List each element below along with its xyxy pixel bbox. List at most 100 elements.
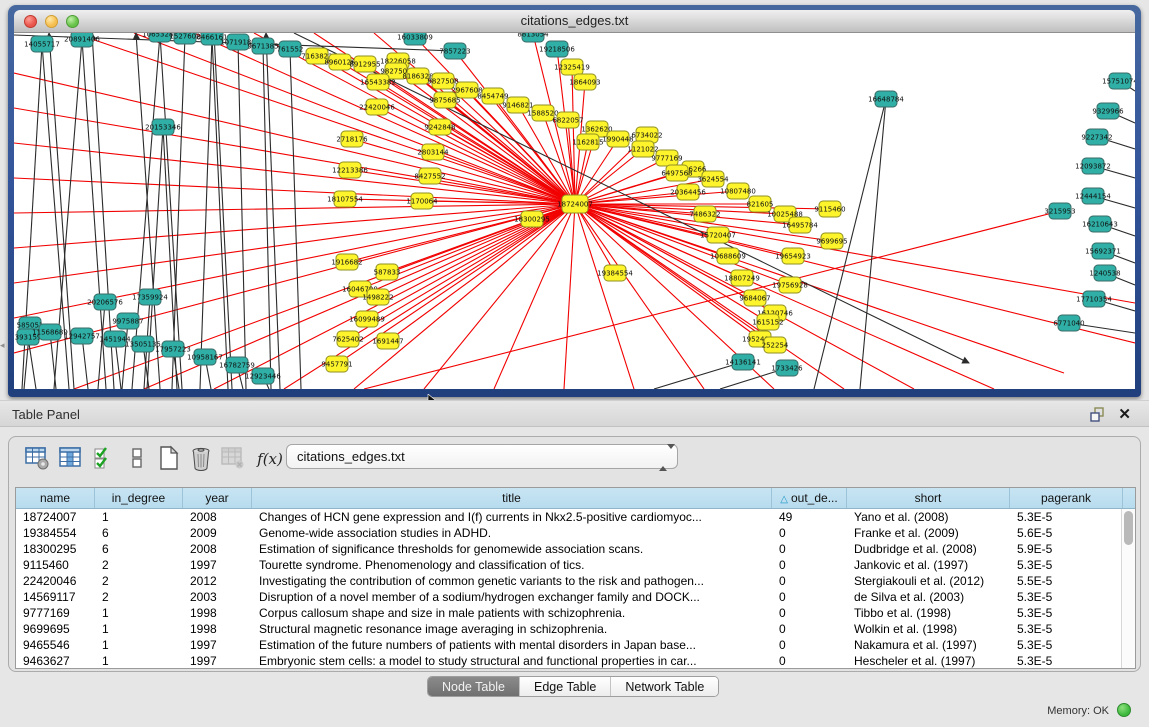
table-cell: 0 bbox=[772, 637, 847, 653]
graph-node-label: 12093872 bbox=[1075, 163, 1111, 171]
memory-status-indicator[interactable] bbox=[1117, 703, 1131, 717]
table-row[interactable]: 911546021997Tourette syndrome. Phenomeno… bbox=[16, 557, 1135, 573]
select-all-columns-button[interactable] bbox=[91, 444, 119, 474]
table-row[interactable]: 1872400712008Changes of HCN gene express… bbox=[16, 509, 1135, 525]
table-cell: 1 bbox=[95, 605, 183, 621]
graph-edge bbox=[214, 204, 575, 389]
table-cell: 19384554 bbox=[16, 525, 95, 541]
graph-edge bbox=[575, 191, 738, 204]
graph-node-label: 20206576 bbox=[87, 299, 123, 307]
table-cell: 5.3E-5 bbox=[1010, 605, 1123, 621]
table-cell: 9463627 bbox=[16, 653, 95, 669]
scrollbar-thumb[interactable] bbox=[1124, 511, 1133, 545]
column-header-in_degree[interactable]: in_degree bbox=[95, 488, 183, 508]
graph-edge bbox=[290, 49, 301, 389]
graph-edge bbox=[98, 302, 105, 389]
vertical-scrollbar[interactable] bbox=[1121, 509, 1135, 668]
table-header-row: namein_degreeyeartitle△out_de...shortpag… bbox=[16, 488, 1135, 509]
graph-node-label: 15720407 bbox=[700, 232, 736, 240]
table-cell: Changes of HCN gene expression and I(f) … bbox=[252, 509, 772, 525]
graph-node-label: 8427552 bbox=[414, 173, 445, 181]
graph-node-label: 19654923 bbox=[775, 253, 811, 261]
sort-ascending-icon: △ bbox=[780, 494, 788, 505]
table-row[interactable]: 946362711997Embryonic stem cells: a mode… bbox=[16, 653, 1135, 669]
graph-edge bbox=[564, 204, 575, 389]
table-cell: 0 bbox=[772, 557, 847, 573]
unselect-all-columns-button[interactable] bbox=[123, 444, 151, 474]
table-cell: 0 bbox=[772, 589, 847, 605]
graph-node-label: 15751074 bbox=[1102, 78, 1135, 86]
table-cell: 49 bbox=[772, 509, 847, 525]
table-cell: Disruption of a novel member of a sodium… bbox=[252, 589, 772, 605]
network-window-titlebar[interactable]: citations_edges.txt bbox=[14, 10, 1135, 33]
table-cell: 14569117 bbox=[16, 589, 95, 605]
graph-edge bbox=[14, 204, 575, 213]
delete-column-button[interactable] bbox=[219, 444, 247, 474]
table-cell: 1 bbox=[95, 509, 183, 525]
table-cell: 5.3E-5 bbox=[1010, 589, 1123, 605]
column-header-pagerank[interactable]: pagerank bbox=[1010, 488, 1123, 508]
table-cell: 1997 bbox=[183, 653, 252, 669]
graph-node-label: 16648784 bbox=[868, 96, 904, 104]
table-cell: Embryonic stem cells: a model to study s… bbox=[252, 653, 772, 669]
graph-node-label: 9115460 bbox=[814, 206, 845, 214]
table-cell: Estimation of the future numbers of pati… bbox=[252, 637, 772, 653]
table-cell: Estimation of significance thresholds fo… bbox=[252, 541, 772, 557]
function-builder-button[interactable]: f(x) bbox=[253, 444, 287, 474]
column-header-short[interactable]: short bbox=[847, 488, 1010, 508]
close-panel-icon[interactable]: ✕ bbox=[1118, 405, 1131, 423]
graph-node-label: 16543382 bbox=[360, 79, 396, 87]
table-cell: 0 bbox=[772, 525, 847, 541]
table-cell: 9115460 bbox=[16, 557, 95, 573]
graph-node-label: 1170064 bbox=[406, 198, 438, 206]
graph-node-label: 14055717 bbox=[24, 41, 60, 49]
graph-node-label: 6771040 bbox=[1053, 320, 1084, 328]
table-row[interactable]: 969969511998Structural magnetic resonanc… bbox=[16, 621, 1135, 637]
column-header-year[interactable]: year bbox=[183, 488, 252, 508]
column-header-out_de[interactable]: △out_de... bbox=[772, 488, 847, 508]
table-cell: 1998 bbox=[183, 621, 252, 637]
network-window-frame[interactable]: citations_edges.txt 18724007183002951938… bbox=[8, 5, 1141, 397]
graph-node-label: 7857223 bbox=[439, 48, 470, 56]
table-row[interactable]: 1456911722003Disruption of a novel membe… bbox=[16, 589, 1135, 605]
graph-edge bbox=[200, 37, 212, 389]
table-row[interactable]: 946554611997Estimation of the future num… bbox=[16, 637, 1135, 653]
float-panel-icon[interactable] bbox=[1090, 407, 1105, 422]
tab-node-table[interactable]: Node Table bbox=[428, 677, 519, 696]
graph-node-label: 16495784 bbox=[782, 222, 818, 230]
delete-table-button[interactable] bbox=[187, 444, 215, 474]
panel-collapse-arrow-icon[interactable]: ◂ bbox=[0, 340, 5, 351]
table-type-tabs: Node Table Edge Table Network Table bbox=[427, 676, 719, 697]
graph-node-label: 1864093 bbox=[569, 79, 600, 87]
graph-node-label: 16782759 bbox=[219, 362, 255, 370]
column-header-title[interactable]: title bbox=[252, 488, 772, 508]
graph-node-label: 12923446 bbox=[245, 373, 281, 381]
network-canvas[interactable]: 1872400718300295193845547163822896012889… bbox=[14, 33, 1135, 389]
tab-network-table[interactable]: Network Table bbox=[610, 677, 718, 696]
graph-node-label: 1990448 bbox=[602, 136, 633, 144]
column-header-name[interactable]: name bbox=[16, 488, 95, 508]
graph-node-label: 9242848 bbox=[424, 124, 455, 132]
graph-node-label: 7486322 bbox=[689, 211, 720, 219]
table-row[interactable]: 2242004622012Investigating the contribut… bbox=[16, 573, 1135, 589]
table-source-dropdown[interactable]: citations_edges.txt bbox=[286, 444, 678, 469]
graph-node-label: 11568689 bbox=[32, 329, 68, 337]
graph-node-label: 6734022 bbox=[631, 132, 662, 140]
graph-node-label: 16099489 bbox=[349, 316, 385, 324]
graph-node-label: 1916682 bbox=[331, 259, 362, 267]
show-columns-button[interactable] bbox=[57, 444, 85, 474]
graph-node-label: 16210643 bbox=[1082, 221, 1118, 229]
graph-node-label: 9329966 bbox=[1092, 108, 1124, 116]
table-mode-button[interactable] bbox=[23, 444, 51, 474]
graph-node-label: 252254 bbox=[762, 342, 789, 350]
graph-node-label: 8912955 bbox=[349, 61, 380, 69]
table-row[interactable]: 977716911998Corpus callosum shape and si… bbox=[16, 605, 1135, 621]
table-row[interactable]: 1938455462009Genome-wide association stu… bbox=[16, 525, 1135, 541]
graph-node-label: 9684067 bbox=[739, 295, 770, 303]
tab-edge-table[interactable]: Edge Table bbox=[519, 677, 610, 696]
graph-node-label: 1615152 bbox=[752, 319, 783, 327]
table-cell: 2009 bbox=[183, 525, 252, 541]
node-attribute-table[interactable]: namein_degreeyeartitle△out_de...shortpag… bbox=[15, 487, 1136, 669]
table-row[interactable]: 1830029562008Estimation of significance … bbox=[16, 541, 1135, 557]
create-table-button[interactable] bbox=[155, 444, 183, 474]
